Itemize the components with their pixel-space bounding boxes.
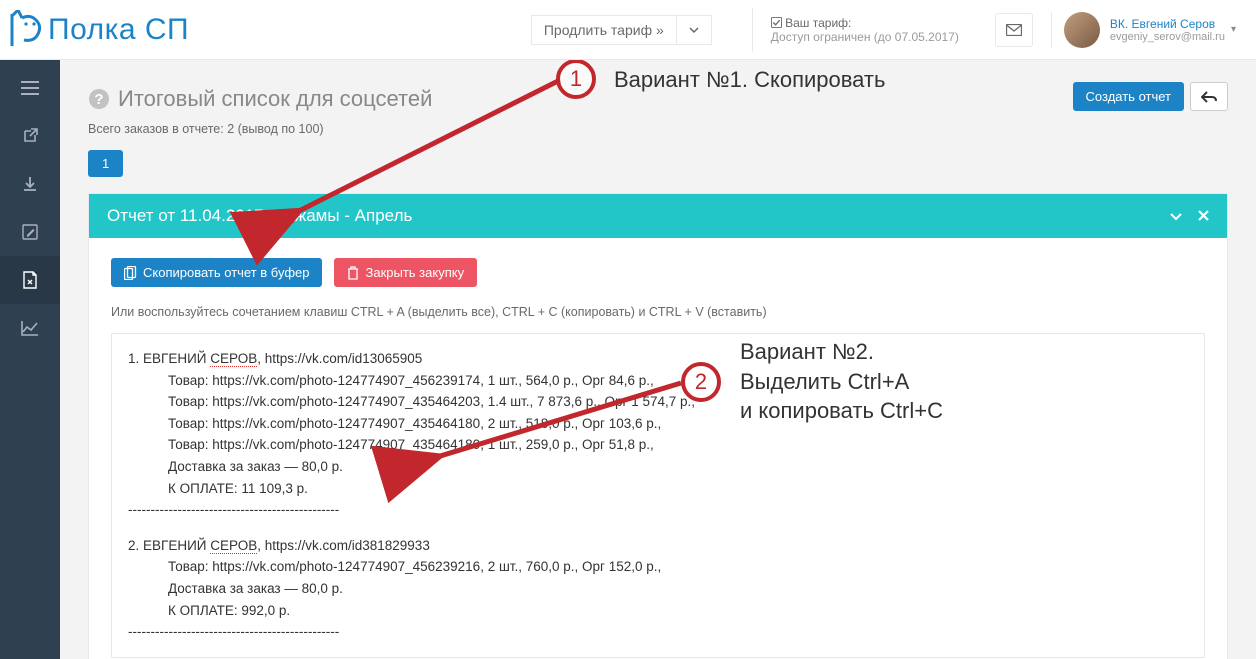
sidebar-item-edit[interactable]: [0, 208, 60, 256]
cat-logo-icon: [8, 10, 44, 50]
shortcut-hint: Или воспользуйтесь сочетанием клавиш CTR…: [111, 305, 1205, 319]
svg-text:?: ?: [94, 91, 103, 108]
tariff-info: Ваш тариф: Доступ ограничен (до 07.05.20…: [752, 8, 977, 52]
reply-icon: [1201, 91, 1217, 103]
tariff-sub: Доступ ограничен (до 07.05.2017): [771, 30, 959, 44]
annotation-badge-2: 2: [681, 362, 721, 402]
extend-tariff-caret: [676, 16, 711, 44]
sidebar-item-chart[interactable]: [0, 304, 60, 352]
copy-report-button[interactable]: Скопировать отчет в буфер: [111, 258, 322, 287]
panel-header: Отчет от 11.04.2017, Пижамы - Апрель: [89, 194, 1227, 238]
annotation-badge-1: 1: [556, 60, 596, 99]
extend-tariff-button[interactable]: Продлить тариф »: [531, 15, 712, 45]
top-bar: Полка СП Продлить тариф » Ваш тариф: Дос…: [0, 0, 1256, 60]
edit-icon: [22, 224, 38, 240]
sidebar: [0, 60, 60, 659]
external-link-icon: [22, 128, 38, 144]
extend-tariff-label: Продлить тариф »: [532, 16, 676, 44]
caret-down-icon: ▾: [1231, 24, 1236, 35]
download-icon: [22, 176, 38, 192]
sidebar-item-download[interactable]: [0, 160, 60, 208]
file-report-icon: [22, 271, 38, 289]
copy-icon: [124, 266, 137, 280]
caret-down-icon: [689, 25, 699, 35]
annotation-text-2: Вариант №2. Выделить Ctrl+A и копировать…: [740, 337, 943, 426]
back-button[interactable]: [1190, 82, 1228, 111]
user-name: ВК. Евгений Серов: [1110, 17, 1225, 31]
sidebar-item-external[interactable]: [0, 112, 60, 160]
close-icon: [1198, 210, 1209, 221]
paginator: 1: [88, 150, 1228, 177]
sidebar-menu-toggle[interactable]: [0, 64, 60, 112]
chevron-down-icon: [1170, 213, 1182, 221]
total-orders-line: Всего заказов в отчете: 2 (вывод по 100): [88, 122, 1228, 136]
sidebar-item-report[interactable]: [0, 256, 60, 304]
close-purchase-button[interactable]: Закрыть закупку: [334, 258, 477, 287]
annotation-arrow-2: [423, 373, 693, 473]
user-email: evgeniy_serov@mail.ru: [1110, 31, 1225, 43]
panel-close-icon[interactable]: [1198, 206, 1209, 226]
envelope-icon: [1006, 24, 1022, 36]
brand-text: Полка СП: [44, 13, 189, 47]
annotation-arrow-1: [285, 70, 575, 230]
avatar: [1064, 12, 1100, 48]
panel-collapse-icon[interactable]: [1170, 206, 1182, 226]
brand-logo[interactable]: Полка СП: [0, 10, 189, 50]
annotation-text-1: Вариант №1. Скопировать: [614, 67, 885, 93]
bars-icon: [21, 81, 39, 95]
content-area: Создать отчет ? Итоговый список для соцс…: [60, 60, 1256, 659]
trash-icon: [347, 266, 359, 280]
check-square-icon: [771, 17, 782, 28]
create-report-button[interactable]: Создать отчет: [1073, 82, 1184, 111]
page-pill-current[interactable]: 1: [88, 150, 123, 177]
line-chart-icon: [21, 320, 39, 336]
question-circle-icon: ?: [88, 88, 110, 110]
tariff-label: Ваш тариф:: [785, 16, 851, 30]
user-menu[interactable]: ВК. Евгений Серов evgeniy_serov@mail.ru …: [1051, 12, 1244, 48]
mail-button[interactable]: [995, 13, 1033, 47]
